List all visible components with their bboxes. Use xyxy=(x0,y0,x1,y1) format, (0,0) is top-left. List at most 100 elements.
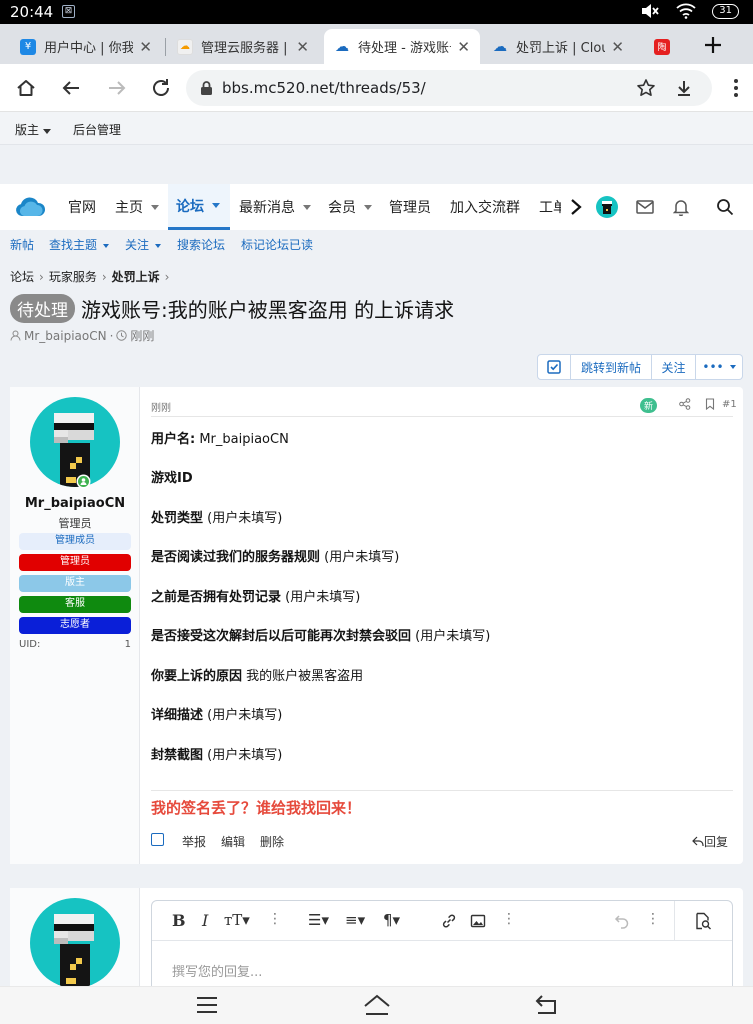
nav-item-label: 工单 xyxy=(539,200,561,216)
nav-item-home[interactable]: 主页 xyxy=(107,184,167,230)
more-options-label: ••• xyxy=(702,360,724,374)
more-vert-icon[interactable]: ⋮ xyxy=(502,911,516,927)
admin-link[interactable]: 后台管理 xyxy=(73,121,121,138)
field-value: (用户未填写) xyxy=(203,708,283,723)
cloud-icon: ☁ xyxy=(335,38,349,55)
site-logo-cloud-icon[interactable] xyxy=(14,196,46,218)
omnibox[interactable]: bbs.mc520.net/threads/53/ xyxy=(186,70,712,106)
home-button[interactable] xyxy=(12,74,40,102)
close-icon[interactable]: ✕ xyxy=(611,38,624,56)
reply-placeholder[interactable]: 撰写您的回复... xyxy=(172,961,262,980)
user-avatar-small[interactable] xyxy=(596,196,618,218)
paragraph-icon[interactable]: ¶▾ xyxy=(383,911,400,929)
italic-icon[interactable]: I xyxy=(202,911,208,930)
thread-time[interactable]: 刚刚 xyxy=(130,327,154,344)
jump-to-new-button[interactable]: 跳转到新帖 xyxy=(571,354,652,380)
back-button[interactable] xyxy=(57,74,85,102)
reply-editor[interactable]: B I тT▾ ⋮ ☰▾ ≡▾ ¶▾ ⋮ ⋮ 撰写您的回复... xyxy=(151,900,733,1000)
tab-pending-thread[interactable]: ☁ 待处理 - 游戏账号 ✕ xyxy=(324,29,480,64)
more-options-button[interactable]: ••• xyxy=(696,354,743,380)
url-text[interactable]: bbs.mc520.net/threads/53/ xyxy=(222,79,426,97)
bookmark-star-icon[interactable] xyxy=(636,78,656,98)
post-date[interactable]: 刚刚 xyxy=(151,399,171,414)
user-icon xyxy=(10,330,21,341)
address-bar: bbs.mc520.net/threads/53/ xyxy=(0,64,753,112)
list-icon[interactable]: ☰▾ xyxy=(308,911,329,929)
reply-link[interactable]: 回复 xyxy=(692,833,728,850)
field-label: 你要上诉的原因 xyxy=(151,669,243,684)
chevron-down-icon xyxy=(103,243,110,248)
tab-cloud-servers[interactable]: ☁ 管理云服务器 | 腾 ✕ xyxy=(167,29,319,64)
back-nav-icon[interactable] xyxy=(534,993,560,1017)
nav-item-join-group[interactable]: 加入交流群 xyxy=(442,184,528,230)
breadcrumb-appeals[interactable]: 处罚上诉 xyxy=(112,270,160,284)
mail-icon[interactable] xyxy=(636,200,654,214)
tab-pinned[interactable]: 陶 xyxy=(636,29,688,64)
nav-item-website[interactable]: 官网 xyxy=(60,184,104,230)
bell-icon[interactable] xyxy=(673,198,689,216)
moderator-menu[interactable]: 版主 xyxy=(15,121,52,138)
reply-card: B I тT▾ ⋮ ☰▾ ≡▾ ¶▾ ⋮ ⋮ 撰写您的回复... xyxy=(10,888,743,1000)
image-icon[interactable] xyxy=(470,913,486,929)
nav-item-tickets[interactable]: 工单 xyxy=(531,184,561,230)
link-icon[interactable] xyxy=(441,913,457,929)
undo-icon[interactable] xyxy=(614,913,630,929)
report-link[interactable]: 举报 xyxy=(182,833,206,850)
reload-button[interactable] xyxy=(147,74,175,102)
subnav-mark-read[interactable]: 标记论坛已读 xyxy=(241,236,313,253)
lock-icon[interactable] xyxy=(200,80,213,96)
nav-item-latest[interactable]: 最新消息 xyxy=(231,184,319,230)
nav-item-label: 加入交流群 xyxy=(450,200,520,216)
breadcrumb-forum[interactable]: 论坛 xyxy=(10,270,34,284)
forward-button[interactable] xyxy=(103,74,131,102)
field-game-id: 游戏ID xyxy=(151,467,193,486)
tab-appeals[interactable]: ☁ 处罚上诉 | Cloud ✕ xyxy=(482,29,634,64)
new-tab-plus-icon[interactable] xyxy=(702,34,724,56)
bold-icon[interactable]: B xyxy=(172,911,186,930)
chevron-down-icon xyxy=(364,204,372,210)
subnav-watched[interactable]: 关注 xyxy=(125,236,162,253)
select-thread-button[interactable] xyxy=(537,354,571,380)
breadcrumb-player-services[interactable]: 玩家服务 xyxy=(49,270,97,284)
nav-item-members[interactable]: 会员 xyxy=(320,184,380,230)
reply-label: 回复 xyxy=(704,835,729,849)
post-username[interactable]: Mr_baipiaoCN xyxy=(10,496,140,511)
edit-link[interactable]: 编辑 xyxy=(221,833,245,850)
search-icon[interactable] xyxy=(716,198,734,216)
chevron-down-icon xyxy=(155,243,162,248)
field-label: 之前是否拥有处罚记录 xyxy=(151,590,282,605)
user-badge-staff-member: 管理成员 xyxy=(19,533,131,550)
thread-author[interactable]: Mr_baipiaoCN xyxy=(24,329,107,343)
download-icon[interactable] xyxy=(674,78,694,98)
align-icon[interactable]: ≡▾ xyxy=(345,911,365,929)
avatar[interactable] xyxy=(30,397,120,487)
recent-apps-icon[interactable] xyxy=(195,995,219,1015)
nav-item-forum[interactable]: 论坛 xyxy=(168,184,230,230)
nav-item-staff[interactable]: 管理员 xyxy=(381,184,439,230)
share-icon[interactable] xyxy=(679,398,691,410)
post-number[interactable]: #1 xyxy=(722,399,737,410)
subnav-search-forums[interactable]: 搜索论坛 xyxy=(177,236,225,253)
more-vert-icon[interactable]: ⋮ xyxy=(268,911,282,927)
select-post-checkbox[interactable] xyxy=(151,833,164,846)
subnav-new-posts[interactable]: 新帖 xyxy=(10,236,34,253)
user-badge-volunteer: 志愿者 xyxy=(19,617,131,634)
delete-link[interactable]: 删除 xyxy=(260,833,284,850)
close-icon[interactable]: ✕ xyxy=(457,38,470,56)
bookmark-icon[interactable] xyxy=(705,398,715,410)
subnav-find-threads[interactable]: 查找主题 xyxy=(49,236,110,253)
more-vert-icon[interactable] xyxy=(733,78,739,98)
field-appeal-reason: 你要上诉的原因 我的账户被黑客盗用 xyxy=(151,665,363,684)
text-size-icon[interactable]: тT▾ xyxy=(224,911,250,929)
tab-user-center[interactable]: ¥ 用户中心 | 你我 ✕ xyxy=(10,29,162,64)
home-nav-icon[interactable] xyxy=(362,993,392,1017)
watch-button[interactable]: 关注 xyxy=(652,354,696,380)
close-icon[interactable]: ✕ xyxy=(296,38,309,56)
more-vert-icon[interactable]: ⋮ xyxy=(646,911,660,927)
preview-icon[interactable] xyxy=(694,912,712,930)
uid-label: UID: xyxy=(19,639,41,650)
chevron-right-icon[interactable] xyxy=(569,198,583,216)
close-icon[interactable]: ✕ xyxy=(139,38,152,56)
avatar[interactable] xyxy=(30,898,120,988)
android-nav-bar xyxy=(0,986,753,1024)
